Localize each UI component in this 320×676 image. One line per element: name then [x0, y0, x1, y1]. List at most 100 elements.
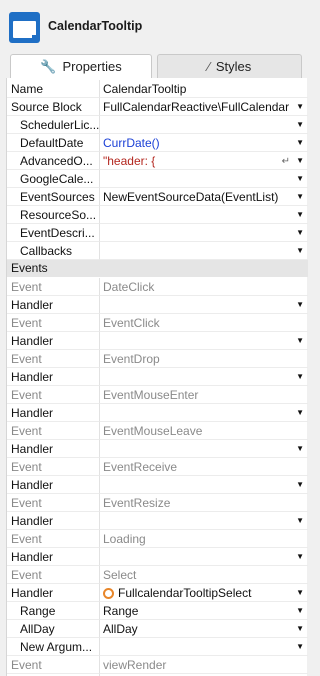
property-value-text: EventResize	[103, 496, 171, 510]
tab-properties[interactable]: 🔧 Properties	[10, 54, 152, 78]
calendar-widget-icon	[9, 12, 40, 43]
caret-down-icon[interactable]: ▼	[296, 584, 304, 602]
property-value[interactable]: Select	[99, 566, 308, 584]
property-value-text: EventMouseEnter	[103, 388, 199, 402]
property-value[interactable]: "header: {	[99, 152, 308, 170]
property-row: DefaultDate CurrDate() ▼	[7, 134, 308, 152]
caret-down-icon[interactable]: ▼	[296, 368, 304, 386]
property-value[interactable]: AllDay	[99, 620, 308, 638]
property-value[interactable]: DateClick	[99, 278, 308, 296]
property-value[interactable]: EventMouseLeave	[99, 422, 308, 440]
property-label: Handler	[7, 440, 99, 458]
caret-down-icon[interactable]: ▼	[296, 152, 304, 170]
event-row: Event DateClick	[7, 278, 308, 296]
property-value[interactable]: Range	[99, 602, 308, 620]
caret-down-icon[interactable]: ▼	[296, 242, 304, 260]
caret-down-icon[interactable]: ▼	[296, 404, 304, 422]
handler-row: Handler ▼	[7, 440, 308, 458]
caret-down-icon[interactable]: ▼	[296, 476, 304, 494]
property-value[interactable]	[99, 638, 308, 656]
property-label: AllDay	[7, 620, 99, 638]
property-row: Source Block FullCalendarReactive\FullCal…	[7, 98, 308, 116]
property-value[interactable]: viewRender	[99, 656, 308, 674]
property-label: Handler	[7, 296, 99, 314]
caret-down-icon[interactable]: ▼	[296, 638, 304, 656]
caret-down-icon[interactable]: ▼	[296, 332, 304, 350]
property-value-text: Range	[103, 604, 139, 618]
property-label: Handler	[7, 476, 99, 494]
property-value[interactable]	[99, 368, 308, 386]
property-label: EventDescri...	[7, 224, 99, 242]
caret-down-icon[interactable]: ▼	[296, 134, 304, 152]
property-value[interactable]: FullCalendarReactive\FullCalendar	[99, 98, 308, 116]
property-label: Handler	[7, 332, 99, 350]
property-label: SchedulerLic...	[7, 116, 99, 134]
property-value[interactable]: EventClick	[99, 314, 308, 332]
property-value[interactable]	[99, 296, 308, 314]
property-row: GoogleCale... ▼	[7, 170, 308, 188]
property-value[interactable]: EventMouseEnter	[99, 386, 308, 404]
handler-row: Handler FullcalendarTooltipSelect ▼	[7, 584, 308, 602]
property-value[interactable]	[99, 224, 308, 242]
brush-icon: ∕	[207, 59, 210, 74]
property-label: Handler	[7, 368, 99, 386]
property-value[interactable]	[99, 170, 308, 188]
handler-row: Handler ▼	[7, 404, 308, 422]
property-value[interactable]	[99, 548, 308, 566]
property-label: Handler	[7, 512, 99, 530]
caret-down-icon[interactable]: ▼	[296, 548, 304, 566]
event-row: Event EventResize	[7, 494, 308, 512]
property-value[interactable]	[99, 242, 308, 260]
property-value[interactable]: EventDrop	[99, 350, 308, 368]
property-value[interactable]	[99, 512, 308, 530]
property-label: Range	[7, 602, 99, 620]
property-value[interactable]	[99, 440, 308, 458]
property-value-text: CalendarTooltip	[103, 82, 187, 96]
handler-row: Handler ▼	[7, 368, 308, 386]
handler-param-row: New Argum... ▼	[7, 638, 308, 656]
multiline-return-icon: ↵	[281, 156, 290, 167]
property-row: SchedulerLic... ▼	[7, 116, 308, 134]
property-value[interactable]: FullcalendarTooltipSelect	[99, 584, 308, 602]
property-row: AdvancedO... "header: {↵ ▼	[7, 152, 308, 170]
tab-properties-label: Properties	[62, 59, 122, 74]
property-value[interactable]: Loading	[99, 530, 308, 548]
property-label: Source Block	[7, 98, 99, 116]
property-value[interactable]: CurrDate()	[99, 134, 308, 152]
property-value[interactable]: CalendarTooltip	[99, 80, 308, 98]
property-value[interactable]: EventReceive	[99, 458, 308, 476]
caret-down-icon[interactable]: ▼	[296, 206, 304, 224]
caret-down-icon[interactable]: ▼	[296, 620, 304, 638]
property-value[interactable]	[99, 404, 308, 422]
property-value-text: CurrDate()	[103, 136, 160, 150]
caret-down-icon[interactable]: ▼	[296, 188, 304, 206]
caret-down-icon[interactable]: ▼	[296, 98, 304, 116]
wrench-icon: 🔧	[40, 58, 57, 74]
property-value[interactable]	[99, 116, 308, 134]
event-row: Event EventMouseEnter	[7, 386, 308, 404]
widget-header: CalendarTooltip	[0, 0, 307, 52]
property-label: Event	[7, 350, 99, 368]
tab-styles-label: Styles	[215, 59, 252, 74]
event-row: Event EventReceive	[7, 458, 308, 476]
property-value[interactable]: EventResize	[99, 494, 308, 512]
caret-down-icon[interactable]: ▼	[296, 296, 304, 314]
property-row: EventSources NewEventSourceData(EventList…	[7, 188, 308, 206]
caret-down-icon[interactable]: ▼	[296, 440, 304, 458]
caret-down-icon[interactable]: ▼	[296, 224, 304, 242]
property-label: Event	[7, 458, 99, 476]
tab-styles[interactable]: ∕ Styles	[157, 54, 302, 78]
caret-down-icon[interactable]: ▼	[296, 116, 304, 134]
caret-down-icon[interactable]: ▼	[296, 170, 304, 188]
events-section-header: Events	[7, 260, 308, 277]
caret-down-icon[interactable]: ▼	[296, 512, 304, 530]
property-value[interactable]	[99, 206, 308, 224]
property-value[interactable]	[99, 332, 308, 350]
property-value[interactable]: NewEventSourceData(EventList)	[99, 188, 308, 206]
caret-down-icon[interactable]: ▼	[296, 602, 304, 620]
property-value-text: NewEventSourceData(EventList)	[103, 190, 279, 204]
action-circle-icon	[103, 588, 114, 599]
property-value[interactable]	[99, 476, 308, 494]
handler-row: Handler ▼	[7, 476, 308, 494]
event-row: Event EventClick	[7, 314, 308, 332]
